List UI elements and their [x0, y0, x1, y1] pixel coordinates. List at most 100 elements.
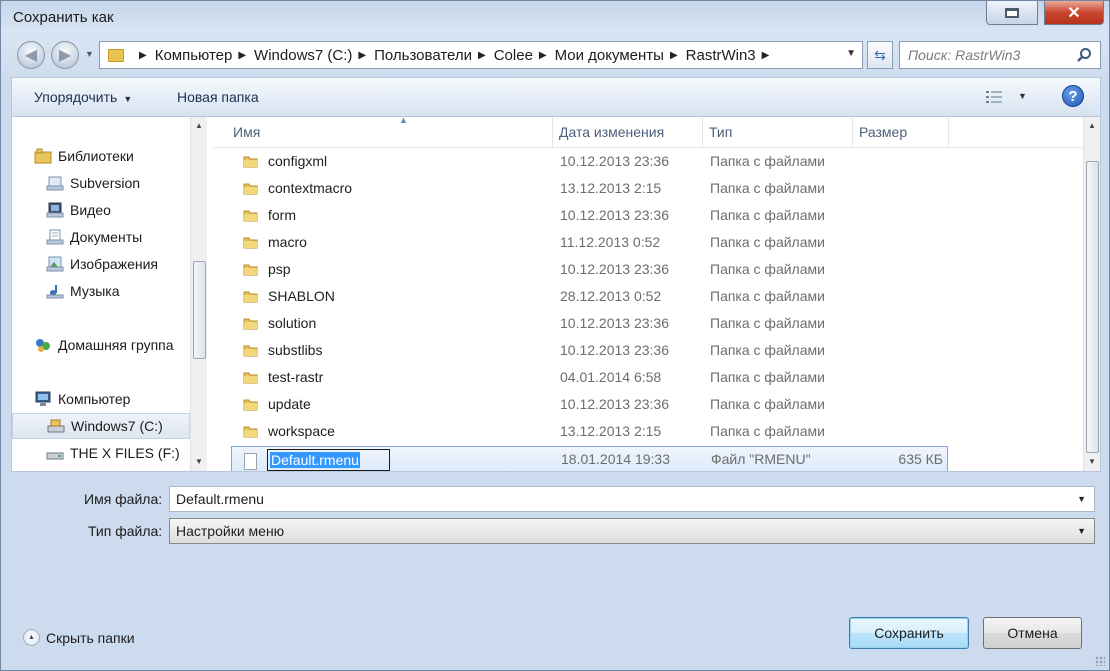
close-icon: ✕ [1067, 4, 1081, 22]
chevron-right-icon[interactable]: ▶ [670, 50, 678, 61]
folder-icon [243, 399, 258, 410]
file-list: ▲ Имя Дата изменения Тип Размер configxm… [213, 117, 1083, 471]
folder-icon [243, 291, 258, 302]
column-type[interactable]: Тип [703, 117, 853, 147]
file-type: Папка с файлами [710, 423, 825, 439]
view-dropdown-icon[interactable]: ▼ [1018, 91, 1027, 101]
folder-icon [243, 210, 258, 221]
save-button[interactable]: Сохранить [849, 617, 969, 649]
address-dropdown-icon[interactable]: ▼ [846, 48, 856, 59]
file-date: 10.12.2013 23:36 [560, 207, 669, 223]
file-row[interactable]: contextmacro 13.12.2013 2:15 Папка с файла… [231, 176, 948, 202]
file-name-cell: test-rastr [243, 369, 323, 385]
chevron-right-icon[interactable]: ▶ [762, 50, 770, 61]
nav-item-windows7-drive[interactable]: Windows7 (C:) [12, 413, 190, 439]
breadcrumb-computer[interactable]: Компьютер [155, 47, 233, 64]
scroll-thumb[interactable] [193, 261, 206, 359]
file-name: substlibs [268, 342, 323, 358]
file-name-cell: SHABLON [243, 288, 335, 304]
column-name[interactable]: ▲ Имя [227, 117, 553, 147]
navigation-pane: Библиотеки Subversion Видео Документы Из… [12, 117, 190, 471]
filename-field[interactable]: Default.rmenu ▼ [169, 486, 1095, 512]
chevron-right-icon[interactable]: ▶ [358, 50, 366, 61]
restore-button[interactable] [986, 1, 1038, 25]
title-bar[interactable]: Сохранить как ✕ [1, 1, 1109, 35]
nav-item-homegroup[interactable]: Домашняя группа [34, 332, 174, 358]
nav-item-x-files-drive[interactable]: THE X FILES (F:) [46, 440, 180, 466]
hide-folders-toggle[interactable]: ▲ Скрыть папки [23, 629, 135, 646]
scroll-up-icon[interactable]: ▲ [195, 121, 203, 130]
chevron-right-icon[interactable]: ▶ [139, 50, 147, 61]
scroll-up-icon[interactable]: ▲ [1088, 121, 1096, 130]
scroll-down-icon[interactable]: ▼ [195, 457, 203, 466]
file-name: workspace [268, 423, 335, 439]
folder-icon [243, 183, 258, 194]
file-row[interactable]: configxml 10.12.2013 23:36 Папка с файлами [231, 149, 948, 175]
column-date[interactable]: Дата изменения [553, 117, 703, 147]
filename-label: Имя файла: [84, 491, 163, 507]
chevron-down-icon[interactable]: ▼ [1077, 494, 1086, 504]
help-icon[interactable]: ? [1062, 85, 1084, 107]
nav-item-music[interactable]: Музыка [46, 278, 120, 304]
close-button[interactable]: ✕ [1044, 1, 1104, 25]
resize-grip[interactable] [1095, 656, 1105, 666]
new-folder-button[interactable]: Новая папка [177, 89, 259, 105]
chevron-right-icon[interactable]: ▶ [478, 50, 486, 61]
file-row[interactable]: macro 11.12.2013 0:52 Папка с файлами [231, 230, 948, 256]
nav-item-libraries[interactable]: Библиотеки [34, 143, 134, 169]
documents-library-icon [46, 229, 64, 245]
file-row[interactable]: psp 10.12.2013 23:36 Папка с файлами [231, 257, 948, 283]
breadcrumb-drive[interactable]: Windows7 (C:) [254, 47, 352, 64]
recent-pages-dropdown[interactable]: ▼ [85, 49, 94, 59]
breadcrumb-documents[interactable]: Мои документы [555, 47, 664, 64]
view-options-icon[interactable] [986, 90, 1002, 104]
cancel-button[interactable]: Отмена [983, 617, 1082, 649]
folder-icon [108, 48, 124, 62]
nav-item-label: Subversion [70, 175, 141, 191]
file-type: Файл "RMENU" [711, 451, 811, 467]
file-list-scrollbar[interactable]: ▲ ▼ [1083, 117, 1100, 471]
nav-item-video[interactable]: Видео [46, 197, 111, 223]
file-row[interactable]: SHABLON 28.12.2013 0:52 Папка с файлами [231, 284, 948, 310]
scroll-down-icon[interactable]: ▼ [1088, 457, 1096, 466]
rename-text[interactable]: Default.rmenu [270, 452, 360, 468]
nav-item-label: Домашняя группа [58, 337, 174, 353]
file-row[interactable]: Default.rmenu 18.01.2014 19:33 Файл "RMENU… [231, 446, 948, 471]
file-row[interactable]: update 10.12.2013 23:36 Папка с файлами [231, 392, 948, 418]
rename-input[interactable]: Default.rmenu [267, 449, 390, 471]
file-row[interactable]: test-rastr 04.01.2014 6:58 Папка с файлами [231, 365, 948, 391]
save-as-dialog: Сохранить как ✕ ◀ ▶ ▼ ▶ Компьютер ▶ Wind… [0, 0, 1110, 671]
breadcrumb-current[interactable]: RastrWin3 [686, 47, 756, 64]
file-row[interactable]: substlibs 10.12.2013 23:36 Папка с файлами [231, 338, 948, 364]
file-row[interactable]: solution 10.12.2013 23:36 Папка с файлами [231, 311, 948, 337]
navigation-scrollbar[interactable]: ▲ ▼ [190, 117, 208, 471]
forward-button[interactable]: ▶ [51, 41, 79, 69]
back-button[interactable]: ◀ [17, 41, 45, 69]
folder-icon [243, 156, 258, 167]
search-input[interactable]: Поиск: RastrWin3 [899, 41, 1101, 69]
breadcrumb-users[interactable]: Пользователи [374, 47, 472, 64]
file-row[interactable]: workspace 13.12.2013 2:15 Папка с файлами [231, 419, 948, 445]
library-icon [46, 176, 64, 191]
file-date: 11.12.2013 0:52 [560, 234, 661, 250]
breadcrumb-user[interactable]: Colee [494, 47, 533, 64]
file-date: 10.12.2013 23:36 [560, 396, 669, 412]
scroll-thumb[interactable] [1086, 161, 1099, 453]
nav-item-documents[interactable]: Документы [46, 224, 142, 250]
organize-button[interactable]: Упорядочить ▼ [34, 89, 132, 105]
file-date: 10.12.2013 23:36 [560, 153, 669, 169]
search-icon[interactable] [1076, 47, 1092, 63]
file-type: Папка с файлами [710, 369, 825, 385]
nav-item-subversion[interactable]: Subversion [46, 170, 140, 196]
back-arrow-icon: ◀ [24, 47, 38, 64]
nav-item-computer[interactable]: Компьютер [34, 386, 130, 412]
address-bar[interactable]: ▶ Компьютер ▶ Windows7 (C:) ▶ Пользовате… [99, 41, 863, 69]
music-library-icon [46, 285, 64, 299]
refresh-button[interactable]: ⇆ [867, 41, 893, 69]
nav-item-pictures[interactable]: Изображения [46, 251, 158, 277]
file-row[interactable]: form 10.12.2013 23:36 Папка с файлами [231, 203, 948, 229]
filetype-select[interactable]: Настройки меню ▼ [169, 518, 1095, 544]
chevron-right-icon[interactable]: ▶ [238, 50, 246, 61]
column-size[interactable]: Размер [853, 117, 949, 147]
chevron-right-icon[interactable]: ▶ [539, 50, 547, 61]
